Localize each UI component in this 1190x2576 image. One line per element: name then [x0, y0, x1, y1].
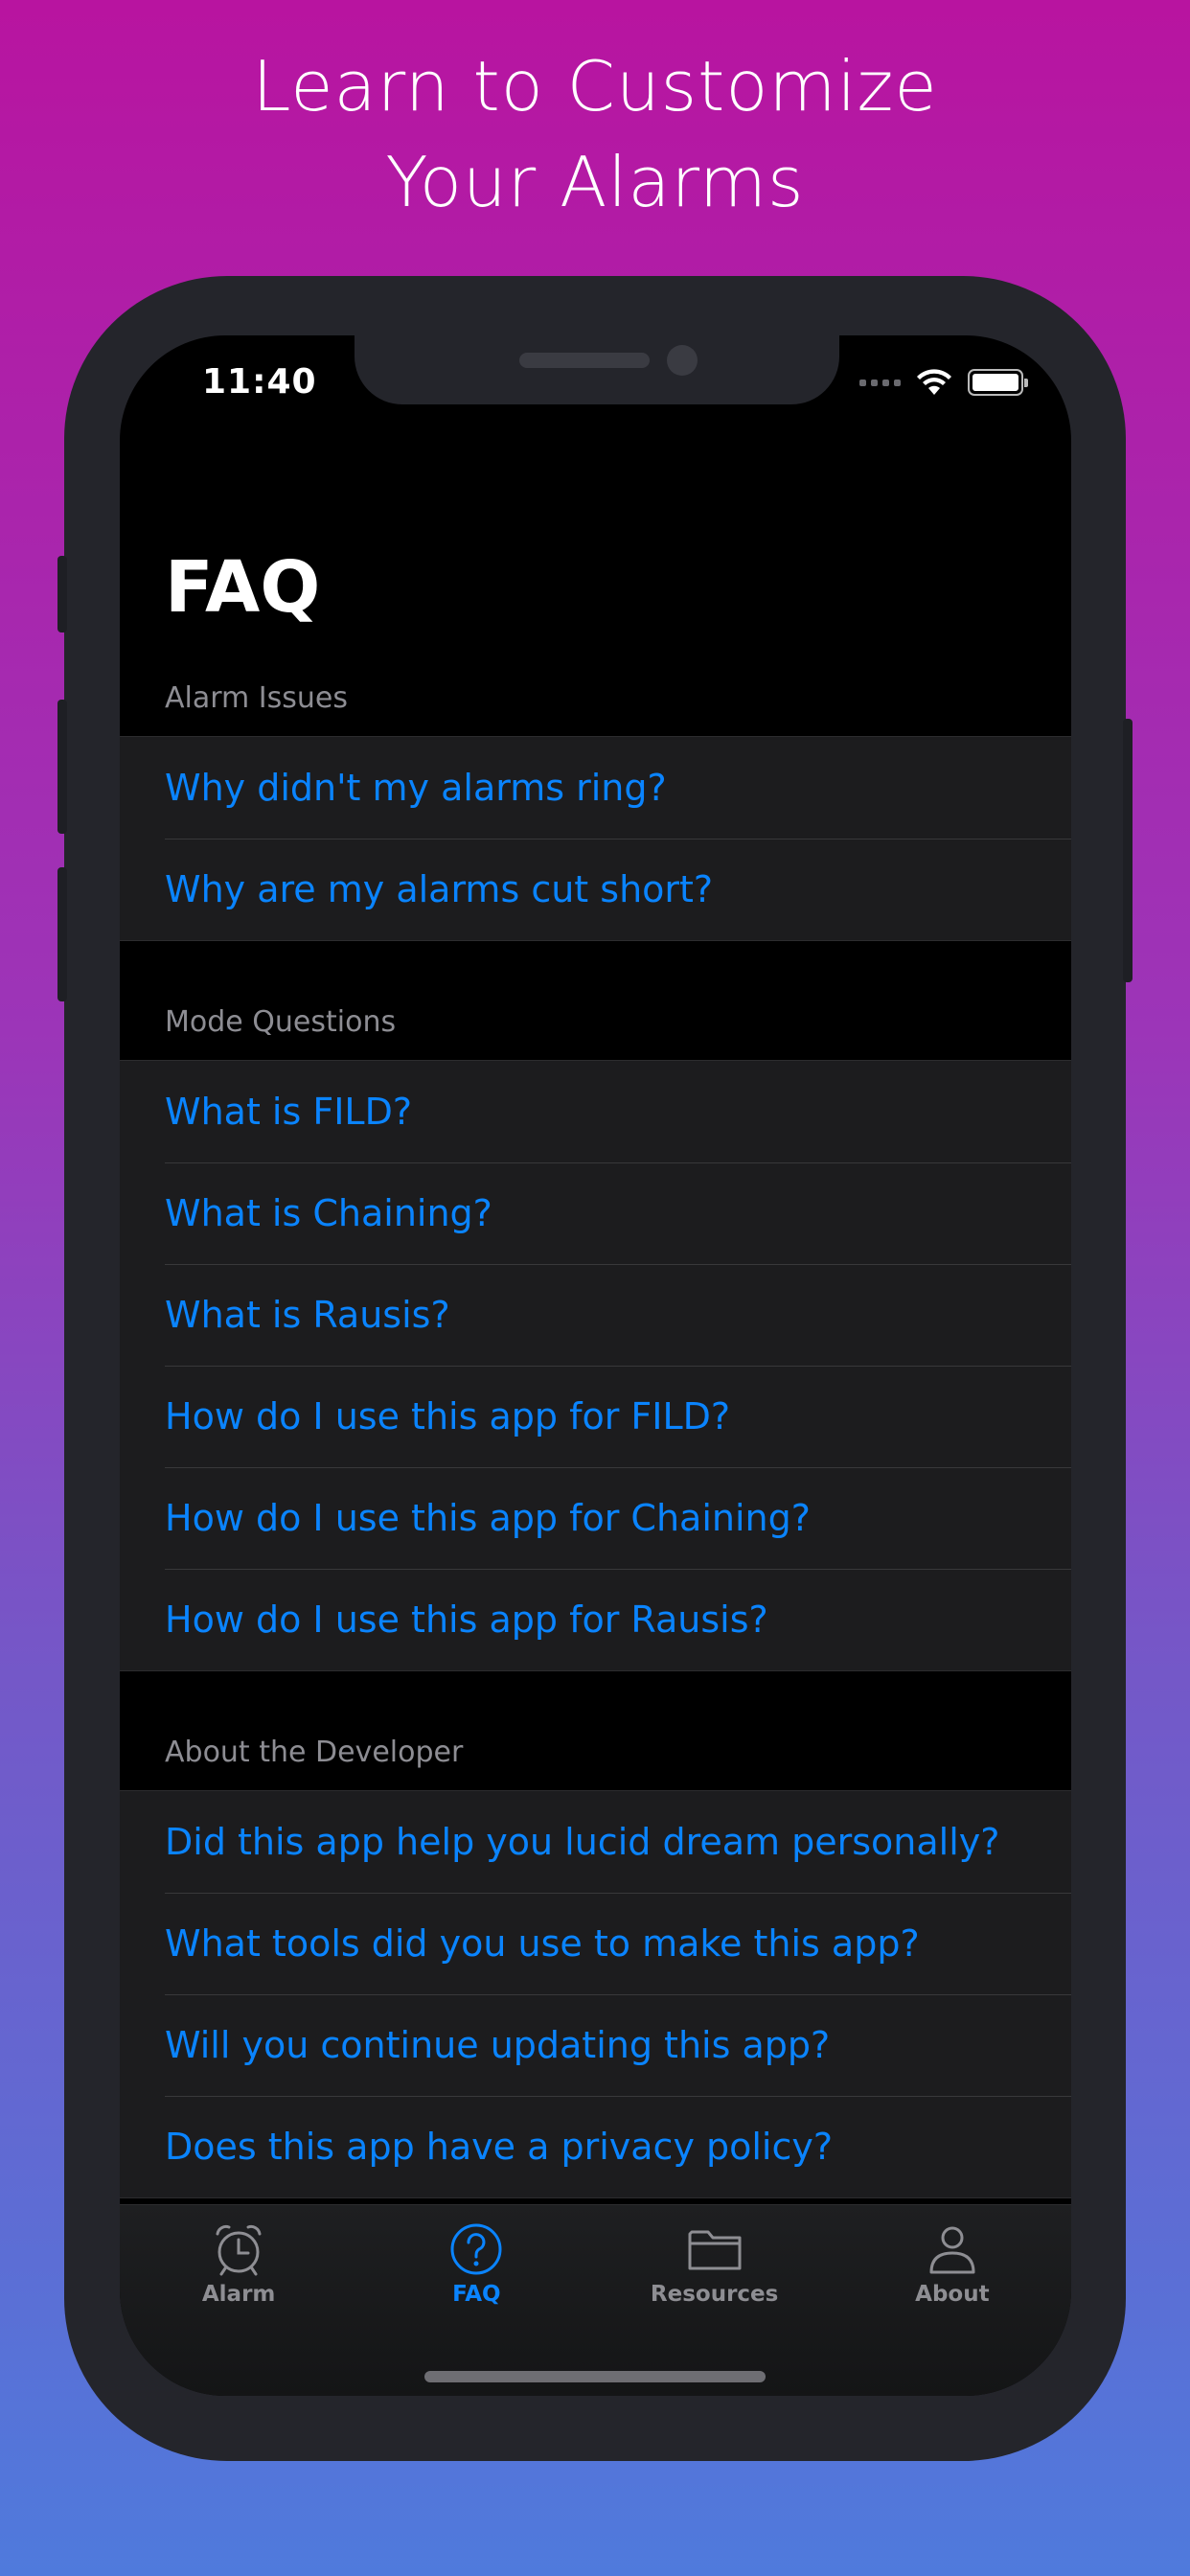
faq-item-use-for-rausis[interactable]: How do I use this app for Rausis? [120, 1569, 1071, 1670]
faq-list[interactable]: Alarm Issues Why didn't my alarms ring? … [120, 661, 1071, 2198]
folder-icon [688, 2230, 742, 2270]
tab-faq[interactable]: FAQ [357, 2205, 595, 2316]
volume-down-button [57, 867, 67, 1001]
section-header-mode-questions: Mode Questions [165, 1005, 397, 1039]
power-button [1123, 719, 1133, 982]
question-circle-icon [450, 2223, 502, 2275]
page-title: FAQ [165, 546, 321, 629]
faq-item-what-is-fild[interactable]: What is FILD? [120, 1061, 1071, 1162]
speaker-grille [519, 353, 650, 368]
faq-item-alarms-cut-short[interactable]: Why are my alarms cut short? [120, 839, 1071, 940]
faq-item-tools-used[interactable]: What tools did you use to make this app? [120, 1893, 1071, 1994]
faq-item-what-is-chaining[interactable]: What is Chaining? [120, 1162, 1071, 1264]
tab-label-faq: FAQ [452, 2282, 501, 2307]
headline-line-1: Learn to Customize [252, 46, 938, 126]
faq-group-mode-questions: What is FILD? What is Chaining? What is … [120, 1060, 1071, 1671]
faq-item-use-for-fild[interactable]: How do I use this app for FILD? [120, 1366, 1071, 1467]
faq-item-alarms-ring[interactable]: Why didn't my alarms ring? [120, 737, 1071, 839]
section-header-about-developer: About the Developer [165, 1736, 464, 1769]
status-indicators [859, 368, 1028, 397]
phone-screen: 11:40 FAQ Alarm Issues Why didn't my ala… [120, 335, 1071, 2396]
alarm-clock-icon [216, 2224, 262, 2276]
faq-group-about-developer: Did this app help you lucid dream person… [120, 1790, 1071, 2198]
tab-label-about: About [915, 2282, 990, 2307]
faq-item-lucid-dream-personally[interactable]: Did this app help you lucid dream person… [120, 1791, 1071, 1893]
headline-line-2: Your Alarms [385, 142, 805, 222]
notch [355, 335, 839, 404]
tab-about[interactable]: About [834, 2205, 1071, 2316]
tab-label-resources: Resources [650, 2282, 779, 2307]
cellular-signal-icon [859, 379, 901, 386]
faq-group-alarm-issues: Why didn't my alarms ring? Why are my al… [120, 736, 1071, 941]
mute-switch [57, 556, 67, 632]
promo-headline: Learn to Customize Your Alarms [0, 38, 1190, 230]
tab-label-alarm: Alarm [201, 2282, 276, 2307]
faq-item-continue-updating[interactable]: Will you continue updating this app? [120, 1994, 1071, 2096]
volume-up-button [57, 700, 67, 834]
tab-resources[interactable]: Resources [596, 2205, 834, 2316]
faq-item-what-is-rausis[interactable]: What is Rausis? [120, 1264, 1071, 1366]
tab-bar: Alarm FAQ Resources About [120, 2204, 1071, 2396]
faq-item-privacy-policy[interactable]: Does this app have a privacy policy? [120, 2096, 1071, 2197]
section-header-alarm-issues: Alarm Issues [165, 681, 349, 715]
status-time: 11:40 [202, 362, 317, 402]
faq-item-use-for-chaining[interactable]: How do I use this app for Chaining? [120, 1467, 1071, 1569]
home-indicator[interactable] [424, 2371, 766, 2382]
front-camera [667, 345, 698, 376]
tab-alarm[interactable]: Alarm [120, 2205, 357, 2316]
person-icon [929, 2226, 975, 2274]
battery-icon [968, 369, 1028, 396]
wifi-icon [917, 369, 951, 395]
